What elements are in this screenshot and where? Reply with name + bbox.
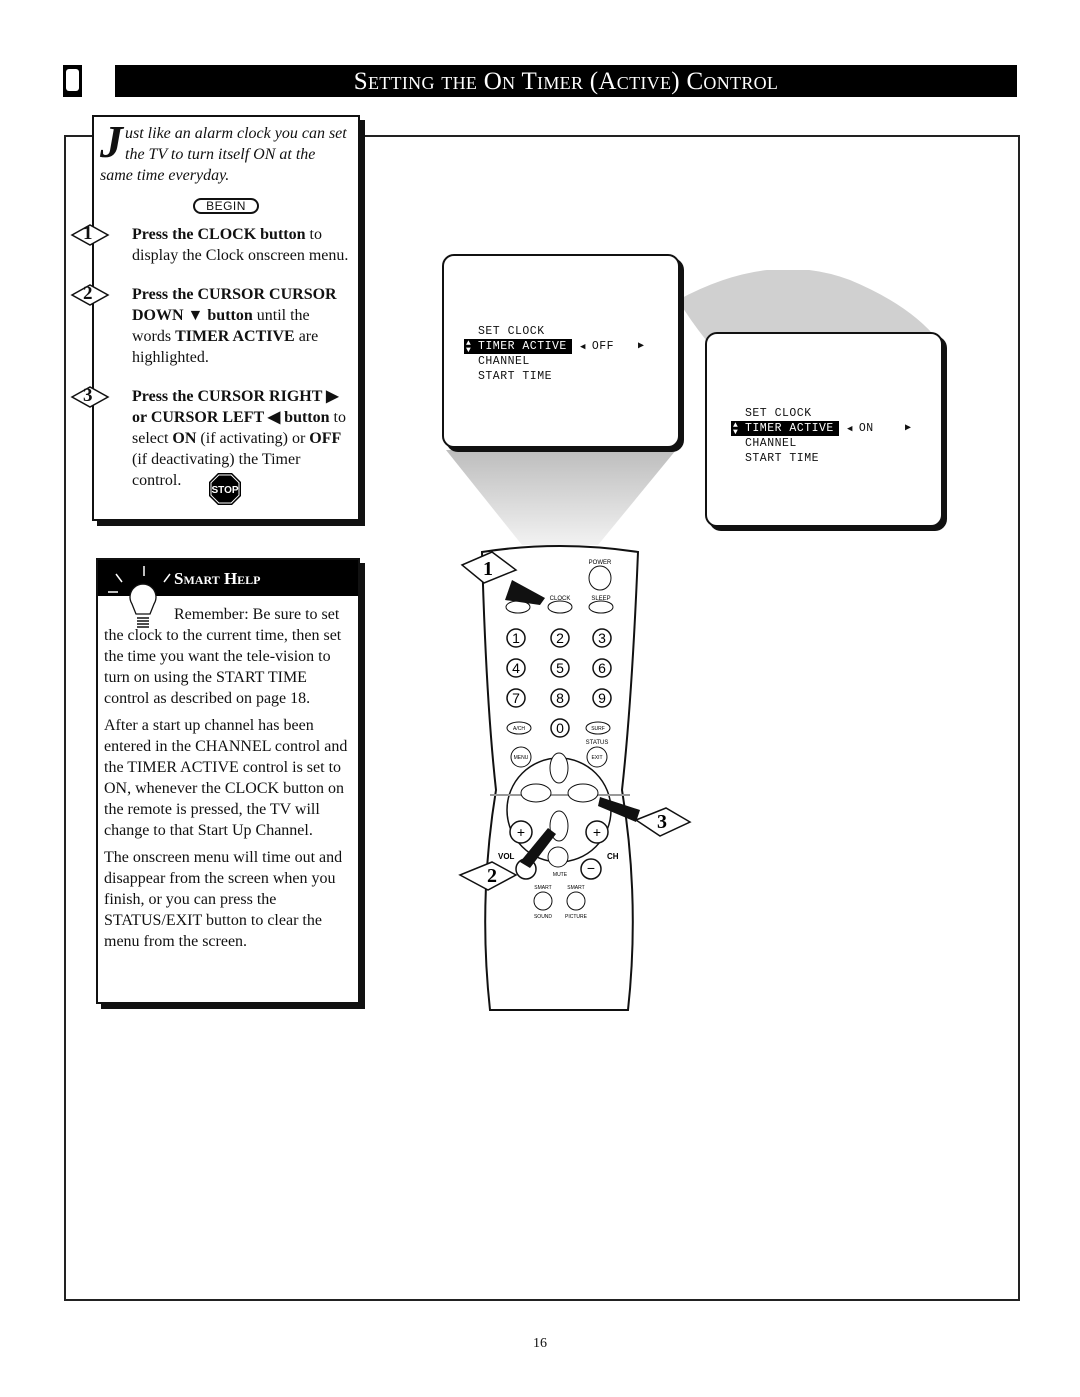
sleep-button	[588, 600, 614, 614]
right-arrow-icon: ▶	[905, 423, 912, 434]
tv-icon	[63, 65, 82, 97]
svg-text:POWER: POWER	[589, 560, 612, 566]
svg-text:STATUS: STATUS	[586, 740, 609, 746]
digit-label: 4	[512, 660, 520, 676]
smart-help-paragraph: The onscreen menu will time out and disa…	[104, 849, 343, 950]
menu-item-highlighted: ▲ ▼ TIMER ACTIVE ◀ OFF ▶	[464, 339, 645, 354]
cursor-right-button	[567, 783, 599, 803]
svg-text:+: +	[517, 824, 525, 840]
svg-text:CLOCK: CLOCK	[550, 596, 571, 602]
page-title: Setting the On Timer (Active) Control	[115, 65, 1017, 97]
menu-item: START TIME	[745, 452, 820, 465]
svg-text:PICTURE: PICTURE	[565, 914, 588, 920]
clock-menu: SET CLOCK ▲ ▼ TIMER ACTIVE ◀ OFF ▶ CHANNEL…	[464, 324, 664, 384]
menu-item-highlighted: ▲ ▼ TIMER ACTIVE ◀ ON ▶	[731, 421, 912, 436]
smart-help-paragraph: After a start up channel has been entere…	[104, 717, 348, 839]
svg-text:MENU: MENU	[514, 755, 529, 761]
clock-menu: SET CLOCK ▲ ▼ TIMER ACTIVE ◀ ON ▶ CHANNEL …	[731, 406, 931, 466]
right-arrow-icon: ▶	[638, 341, 645, 352]
power-button	[588, 565, 612, 591]
smart-help-box: Smart Help Remember: Be sure to set the …	[96, 558, 360, 1004]
begin-badge: BEGIN	[193, 198, 259, 214]
step-bold: Press the CLOCK button	[132, 226, 306, 243]
svg-text:+: +	[593, 824, 601, 840]
svg-text:CH: CH	[607, 852, 619, 861]
digit-label: 2	[556, 630, 564, 646]
svg-text:SURF: SURF	[591, 726, 605, 732]
intro-body: ust like an alarm clock you can set the …	[100, 125, 347, 184]
up-down-icon: ▲ ▼	[466, 339, 472, 354]
cursor-left-button	[520, 783, 552, 803]
menu-value: ◀ ON	[847, 421, 874, 435]
svg-text:−: −	[587, 860, 595, 876]
menu-value: ◀ OFF	[580, 339, 615, 353]
step-2: 2 Press the CURSOR CURSOR DOWN ▼ button …	[70, 283, 352, 368]
svg-text:2: 2	[487, 865, 497, 887]
menu-item: START TIME	[478, 370, 553, 383]
step-1: 1 Press the CLOCK button to display the …	[70, 223, 352, 266]
svg-text:1: 1	[483, 558, 493, 580]
svg-text:A/CH: A/CH	[513, 726, 525, 732]
mute-button	[547, 846, 569, 868]
up-down-icon: ▲ ▼	[733, 421, 739, 436]
digit-label: 3	[598, 630, 606, 646]
smart-picture-button	[566, 891, 586, 911]
intro-text: Just like an alarm clock you can set the…	[100, 116, 352, 186]
svg-text:EXIT: EXIT	[591, 755, 602, 761]
instructions-box: Just like an alarm clock you can set the…	[70, 115, 360, 521]
digit-label: 6	[598, 660, 606, 676]
svg-text:SOUND: SOUND	[534, 914, 552, 920]
svg-text:SLEEP: SLEEP	[591, 596, 610, 602]
svg-text:SMART: SMART	[534, 885, 551, 891]
tv-screen-off: SET CLOCK ▲ ▼ TIMER ACTIVE ◀ OFF ▶ CHANNEL…	[442, 254, 680, 448]
digit-label: 5	[556, 660, 564, 676]
tv-screen-on: SET CLOCK ▲ ▼ TIMER ACTIVE ◀ ON ▶ CHANNEL …	[705, 332, 943, 527]
cursor-up-button	[549, 752, 569, 784]
digit-label: 0	[556, 720, 564, 736]
svg-text:SMART: SMART	[567, 885, 584, 891]
remote-control: POWER CLOCK SLEEP 1 2 3 4 5 6 7 8 9 0 A/CH SURF S…	[458, 545, 692, 1011]
menu-item: SET CLOCK	[478, 325, 545, 338]
page-number: 16	[533, 1336, 547, 1351]
svg-text:VOL: VOL	[498, 852, 515, 861]
digit-label: 8	[556, 690, 564, 706]
digit-label: 1	[512, 630, 520, 646]
menu-item: CHANNEL	[478, 355, 530, 368]
svg-text:STOP: STOP	[211, 485, 238, 496]
step-number-badge: 1	[70, 223, 110, 246]
digit-label: 7	[512, 690, 520, 706]
stop-sign-icon: STOP	[209, 473, 241, 505]
step-number-badge: 2	[70, 283, 110, 306]
drop-cap: J	[100, 116, 123, 167]
step-number-badge: 3	[70, 385, 110, 408]
svg-text:MUTE: MUTE	[553, 872, 568, 878]
menu-item: CHANNEL	[745, 437, 797, 450]
smart-sound-button	[533, 891, 553, 911]
svg-text:3: 3	[657, 811, 667, 833]
menu-item: SET CLOCK	[745, 407, 812, 420]
clock-button	[547, 600, 573, 614]
lightbulb-icon	[108, 566, 171, 628]
digit-label: 9	[598, 690, 606, 706]
